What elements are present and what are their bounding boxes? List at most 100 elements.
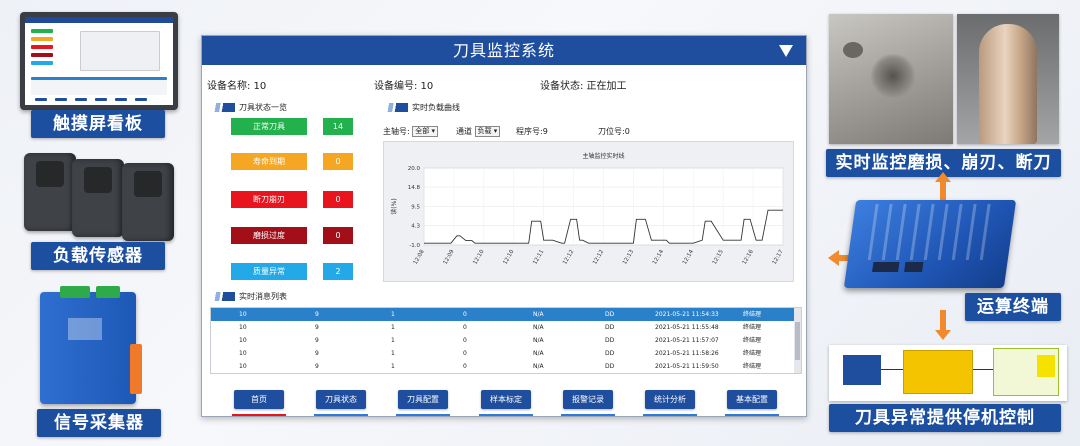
device-name: 设备名称: 10 bbox=[207, 81, 267, 92]
tool-status-button-0[interactable]: 正常刀具 bbox=[231, 118, 307, 135]
nav-button-3[interactable]: 样本标定 bbox=[481, 390, 531, 409]
tool-status-count-3: 0 bbox=[323, 227, 353, 244]
nav-underline bbox=[479, 414, 533, 416]
table-cell: 0 bbox=[463, 311, 467, 318]
spindle-select[interactable]: 全部 ▾ bbox=[412, 126, 438, 137]
touchscreen-image bbox=[20, 12, 178, 110]
table-cell: DD bbox=[605, 311, 615, 318]
table-cell: 10 bbox=[239, 363, 247, 370]
nav-button-5[interactable]: 统计分析 bbox=[645, 390, 695, 409]
table-cell: 2021-05-21 11:58:26 bbox=[655, 350, 719, 357]
nav-button-1[interactable]: 刀具状态 bbox=[316, 390, 366, 409]
section-stripes-icon bbox=[211, 103, 235, 112]
x-tick-label: 12:10 bbox=[472, 249, 485, 266]
table-cell: 终结理 bbox=[743, 337, 762, 344]
dropdown-triangle-icon[interactable] bbox=[779, 45, 793, 57]
table-cell: 2021-05-21 11:55:48 bbox=[655, 324, 719, 331]
arrow-up-head-icon bbox=[935, 172, 951, 182]
x-tick-label: 12:12 bbox=[592, 249, 605, 266]
table-cell: 9 bbox=[315, 311, 319, 318]
tool-status-count-2: 0 bbox=[323, 191, 353, 208]
x-tick-label: 12:08 bbox=[413, 249, 426, 266]
tool-status-count-4: 2 bbox=[323, 263, 353, 280]
messages-table: 10 9 1 0 N/A DD 2021-05-21 11:54:33 终结理 10 9 1 0 N/A… bbox=[210, 307, 802, 374]
table-cell: DD bbox=[605, 350, 615, 357]
tool-monitor-window: 刀具监控系统 设备名称: 10 设备编号: 10 设备状态: 正在加工 刀具状态… bbox=[201, 35, 807, 417]
table-cell: 2021-05-21 11:59:50 bbox=[655, 363, 719, 370]
x-tick-label: 12:12 bbox=[562, 249, 575, 266]
table-cell: 0 bbox=[463, 337, 467, 344]
stop-control-diagram bbox=[829, 345, 1067, 401]
nav-underline bbox=[725, 414, 779, 416]
load-chart-panel: 主轴监控实时线 读(%) 20.0 14.8 9.5 4.3 -1.0 12:08 12:09 1… bbox=[383, 141, 794, 282]
wear-photo-1 bbox=[829, 14, 953, 144]
table-cell: 1 bbox=[391, 363, 395, 370]
load-sensor-image bbox=[20, 145, 180, 245]
table-cell: DD bbox=[605, 324, 615, 331]
nav-underline bbox=[314, 414, 368, 416]
table-cell: 10 bbox=[239, 337, 247, 344]
table-scrollbar[interactable] bbox=[794, 308, 801, 373]
nav-underline bbox=[396, 414, 450, 416]
load-line-chart: 主轴监控实时线读(%) 20.0 14.8 9.5 4.3 -1.012:08 12:09 1… bbox=[390, 152, 785, 266]
nav-button-4[interactable]: 报警记录 bbox=[563, 390, 613, 409]
chart-title: 主轴监控实时线 bbox=[582, 152, 624, 160]
arrow-down-icon bbox=[940, 310, 946, 332]
table-cell: 10 bbox=[239, 311, 247, 318]
y-tick-label: 20.0 bbox=[408, 166, 421, 172]
device-status: 设备状态: 正在加工 bbox=[540, 81, 627, 92]
arrow-down-head-icon bbox=[935, 330, 951, 340]
table-cell: DD bbox=[605, 337, 615, 344]
channel-control: 通道 负载 ▾ bbox=[456, 126, 501, 137]
messages-heading: 实时消息列表 bbox=[211, 291, 287, 302]
channel-select[interactable]: 负载 ▾ bbox=[474, 126, 501, 137]
table-cell: 终结理 bbox=[743, 311, 762, 318]
x-tick-label: 12:14 bbox=[652, 249, 665, 266]
nav-underline bbox=[561, 414, 615, 416]
table-row[interactable]: 10 9 1 0 N/A DD 2021-05-21 11:55:48 终结理 bbox=[211, 321, 796, 334]
nav-button-2[interactable]: 刀具配置 bbox=[398, 390, 448, 409]
nav-underline bbox=[643, 414, 697, 416]
table-row[interactable]: 10 9 1 0 N/A DD 2021-05-21 11:58:26 终结理 bbox=[211, 347, 796, 360]
tool-status-count-1: 0 bbox=[323, 153, 353, 170]
table-row[interactable]: 10 9 1 0 N/A DD 2021-05-21 11:54:33 终结理 bbox=[211, 308, 796, 321]
x-tick-label: 12:17 bbox=[772, 249, 785, 266]
x-tick-label: 12:10 bbox=[502, 249, 515, 266]
arrow-left-head-icon bbox=[828, 250, 839, 266]
tool-status-button-1[interactable]: 寿命到期 bbox=[231, 153, 307, 170]
x-tick-label: 12:15 bbox=[712, 249, 725, 266]
table-cell: 终结理 bbox=[743, 363, 762, 370]
table-cell: DD bbox=[605, 363, 615, 370]
y-tick-label: -1.0 bbox=[409, 243, 420, 249]
stop-control-label: 刀具异常提供停机控制 bbox=[829, 404, 1061, 432]
device-id: 设备编号: 10 bbox=[374, 81, 434, 92]
y-tick-label: 9.5 bbox=[411, 205, 420, 211]
x-tick-label: 12:16 bbox=[742, 249, 755, 266]
compute-terminal-image bbox=[843, 200, 1017, 288]
x-tick-label: 12:11 bbox=[532, 249, 545, 266]
tool-status-button-3[interactable]: 磨损过度 bbox=[231, 227, 307, 244]
table-cell: N/A bbox=[533, 350, 544, 357]
nav-button-0[interactable]: 首页 bbox=[234, 390, 284, 409]
table-cell: 9 bbox=[315, 363, 319, 370]
window-titlebar: 刀具监控系统 bbox=[202, 36, 806, 65]
table-cell: 10 bbox=[239, 350, 247, 357]
table-cell: 9 bbox=[315, 337, 319, 344]
touchscreen-label: 触摸屏看板 bbox=[31, 110, 165, 138]
table-row[interactable]: 10 9 1 0 N/A DD 2021-05-21 11:59:50 终结理 bbox=[211, 360, 796, 373]
compute-terminal-label: 运算终端 bbox=[965, 293, 1061, 321]
signal-collector-label: 信号采集器 bbox=[37, 409, 161, 437]
y-axis-label: 读(%) bbox=[390, 198, 398, 214]
table-cell: 0 bbox=[463, 363, 467, 370]
table-cell: 终结理 bbox=[743, 350, 762, 357]
tool-status-button-4[interactable]: 质量异常 bbox=[231, 263, 307, 280]
table-cell: N/A bbox=[533, 324, 544, 331]
nav-button-6[interactable]: 基本配置 bbox=[727, 390, 777, 409]
table-row[interactable]: 10 9 1 0 N/A DD 2021-05-21 11:57:07 终结理 bbox=[211, 334, 796, 347]
signal-collector-image bbox=[40, 286, 142, 404]
table-cell: 0 bbox=[463, 324, 467, 331]
section-stripes-icon bbox=[211, 292, 235, 301]
wear-photo-2 bbox=[957, 14, 1059, 144]
x-tick-label: 12:09 bbox=[443, 249, 456, 266]
tool-status-button-2[interactable]: 断刀崩刃 bbox=[231, 191, 307, 208]
